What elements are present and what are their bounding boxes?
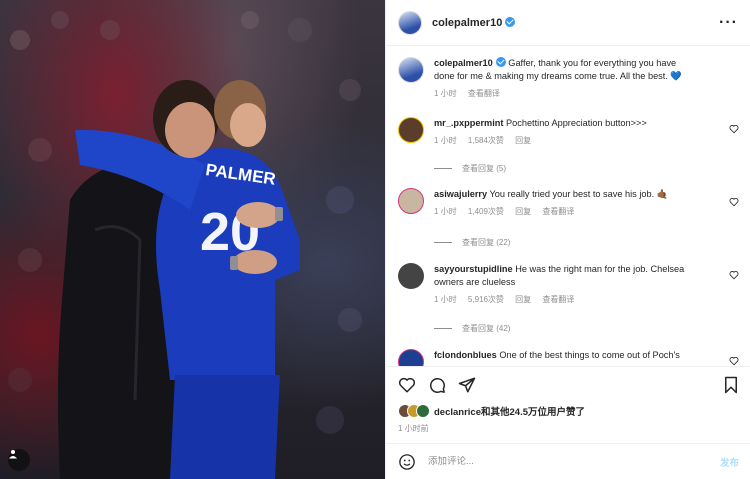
person-tag-button[interactable] (8, 449, 30, 471)
post-side-panel: colepalmer10 ··· colepalmer10 Gaffer, th… (385, 0, 750, 479)
comment-meta: 1 小时 1,409次赞 回复 查看翻译 (434, 206, 699, 217)
comment-body: You really tried your best to save his j… (489, 189, 669, 199)
comment-body: Pochettino Appreciation button>>> (506, 118, 647, 128)
more-horizontal-icon[interactable]: ··· (719, 14, 738, 32)
likes-text: declanrice和其他24.5万位用户赞了 (434, 404, 585, 418)
header-username[interactable]: colepalmer10 (432, 17, 502, 29)
comment-username[interactable]: asiwajulerry (434, 189, 487, 199)
comment-composer: 发布 (386, 443, 750, 479)
comment-meta: 1 小时 1,584次赞 回复 (434, 135, 699, 146)
replies-divider (434, 242, 452, 243)
comment-input[interactable] (428, 456, 678, 467)
avatar (416, 404, 430, 418)
comment-time: 1 小时 (434, 136, 457, 145)
heart-icon[interactable] (729, 356, 739, 366)
heart-icon[interactable] (729, 270, 739, 280)
avatar[interactable] (398, 10, 422, 35)
comment-text: mr_.pxppermint Pochettino Appreciation b… (434, 117, 699, 130)
caption-text: colepalmer10 Gaffer, thank you for every… (434, 57, 699, 83)
liker-username[interactable]: declanrice (434, 407, 481, 418)
verified-badge-icon (495, 57, 506, 67)
reply-button[interactable]: 回复 (515, 136, 531, 145)
comment-body: One of the best things to come out of Po… (499, 350, 680, 360)
view-replies-button[interactable]: 查看回复 (5) (434, 163, 506, 174)
comment-text: fclondonblues One of the best things to … (434, 349, 699, 362)
replies-divider (434, 168, 452, 169)
post-photo[interactable]: PALMER 20 (0, 0, 385, 479)
post-header: colepalmer10 ··· (386, 0, 750, 46)
verified-badge-icon (505, 16, 516, 27)
view-replies-button[interactable]: 查看回复 (42) (434, 323, 510, 334)
avatar[interactable] (398, 57, 424, 83)
heart-icon[interactable] (729, 197, 739, 207)
liker-avatars (398, 404, 430, 418)
view-replies-button[interactable]: 查看回复 (22) (434, 237, 510, 248)
bookmark-icon[interactable] (723, 376, 739, 394)
replies-divider (434, 328, 452, 329)
comment-meta: 1 小时 5,916次赞 回复 查看翻译 (434, 294, 699, 305)
action-icons (398, 375, 739, 395)
comment-text: sayyourstupidline He was the right man f… (434, 263, 699, 289)
comment-text: asiwajulerry You really tried your best … (434, 188, 699, 201)
view-replies-label: 查看回复 (22) (462, 238, 511, 247)
hug-illustration: PALMER 20 (8, 11, 362, 479)
comment-likes[interactable]: 1,409次赞 (468, 207, 504, 216)
view-replies-label: 查看回复 (5) (462, 164, 506, 173)
reply-button[interactable]: 回复 (515, 295, 531, 304)
caption-translate-link[interactable]: 查看翻译 (468, 89, 500, 98)
avatar[interactable] (398, 349, 424, 366)
comment-item: sayyourstupidline He was the right man f… (398, 263, 738, 305)
post-timestamp: 1 小时前 (398, 424, 429, 433)
comment-username[interactable]: sayyourstupidline (434, 264, 513, 274)
comment-username[interactable]: mr_.pxppermint (434, 118, 503, 128)
comment-likes[interactable]: 5,916次赞 (468, 295, 504, 304)
header-username-group: colepalmer10 (432, 16, 516, 29)
person-tag-icon (9, 450, 17, 459)
comment-icon[interactable] (428, 376, 446, 394)
comment-item: fclondonblues One of the best things to … (398, 349, 738, 366)
reply-button[interactable]: 回复 (515, 207, 531, 216)
likes-count-text: 和其他24.5万位用户赞了 (481, 407, 585, 418)
translate-link[interactable]: 查看翻译 (542, 207, 574, 216)
caption-username[interactable]: colepalmer10 (434, 58, 493, 68)
action-bar: declanrice和其他24.5万位用户赞了 1 小时前 (386, 366, 750, 442)
caption-meta: 1 小时 查看翻译 (434, 88, 699, 99)
comment-likes[interactable]: 1,584次赞 (468, 136, 504, 145)
caption: colepalmer10 Gaffer, thank you for every… (398, 57, 738, 99)
view-replies-label: 查看回复 (42) (462, 324, 511, 333)
comment-time: 1 小时 (434, 295, 457, 304)
translate-link[interactable]: 查看翻译 (542, 295, 574, 304)
comment-username[interactable]: fclondonblues (434, 350, 497, 360)
heart-icon[interactable] (398, 376, 416, 394)
avatar[interactable] (398, 188, 424, 214)
post-button[interactable]: 发布 (720, 455, 739, 469)
send-icon[interactable] (458, 376, 476, 394)
comment-time: 1 小时 (434, 207, 457, 216)
likes-summary[interactable]: declanrice和其他24.5万位用户赞了 (398, 404, 585, 418)
heart-icon[interactable] (729, 124, 739, 134)
comment-item: mr_.pxppermint Pochettino Appreciation b… (398, 117, 738, 146)
comment-item: asiwajulerry You really tried your best … (398, 188, 738, 217)
caption-time: 1 小时 (434, 89, 457, 98)
avatar[interactable] (398, 117, 424, 143)
avatar[interactable] (398, 263, 424, 289)
emoji-icon[interactable] (398, 453, 416, 471)
comments-list[interactable]: colepalmer10 Gaffer, thank you for every… (386, 47, 750, 366)
